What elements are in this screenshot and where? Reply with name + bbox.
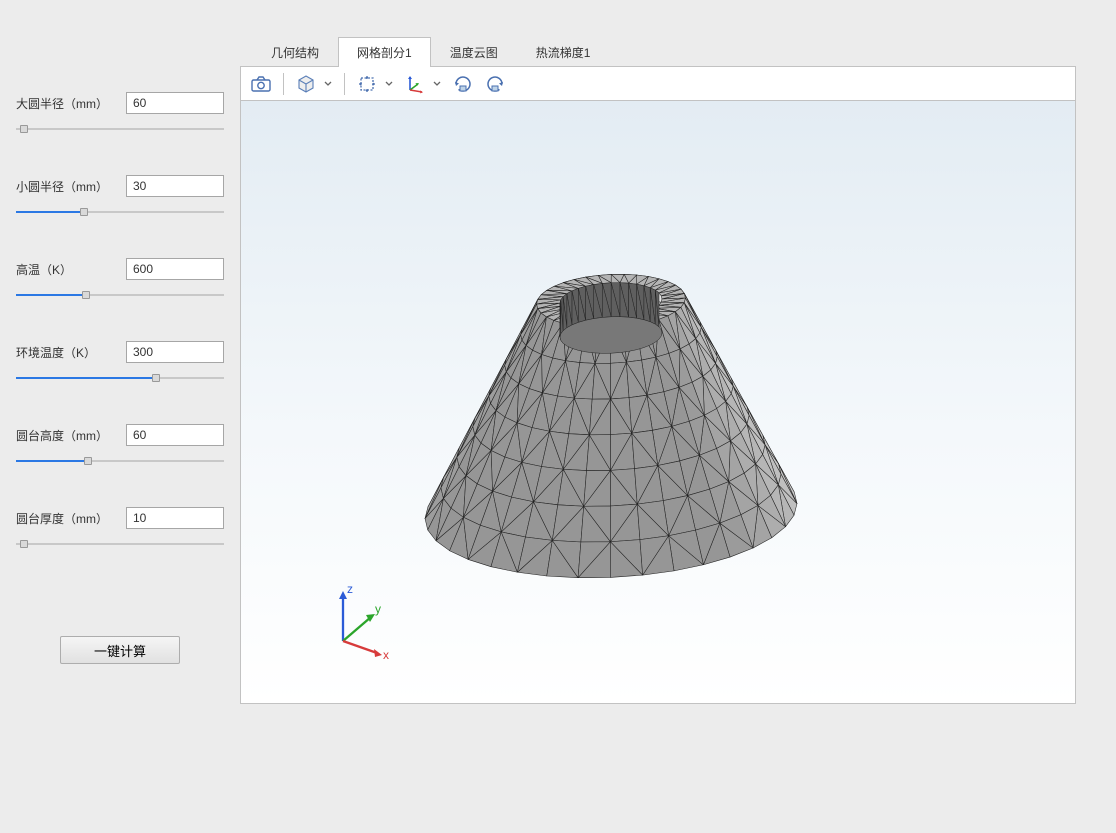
fit-view-button[interactable] (353, 71, 381, 97)
axis-z-label: z (347, 582, 353, 596)
rotate-right-button[interactable] (481, 71, 509, 97)
main-panel: 几何结构 网格剖分1 温度云图 热流梯度1 (240, 0, 1116, 833)
toolbar-separator (283, 73, 284, 95)
high-temp-slider[interactable] (16, 294, 224, 296)
axis-triad: z y x (319, 571, 409, 661)
ambient-temp-input[interactable] (126, 341, 224, 363)
param-high-temp: 高温（K） (16, 258, 224, 299)
camera-icon (251, 76, 271, 92)
3d-viewport[interactable]: z y x (241, 101, 1075, 703)
param-cone-thickness: 圆台厚度（mm） (16, 507, 224, 548)
sidebar: 大圆半径（mm） 小圆半径（mm） 高温（K） 环境温度（K） (0, 0, 240, 833)
chevron-down-icon (433, 81, 441, 87)
cube-view-button[interactable] (292, 71, 320, 97)
large-radius-input[interactable] (126, 92, 224, 114)
cone-thickness-slider[interactable] (16, 543, 224, 545)
rotate-left-icon (452, 74, 474, 94)
fit-view-icon (357, 74, 377, 94)
tab-geometry[interactable]: 几何结构 (252, 37, 338, 67)
param-label: 高温（K） (16, 261, 72, 278)
param-label: 大圆半径（mm） (16, 95, 108, 112)
axis-y-label: y (375, 602, 381, 616)
param-ambient-temp: 环境温度（K） (16, 341, 224, 382)
view-toolbar (241, 67, 1075, 101)
axis-x-label: x (383, 648, 389, 661)
param-cone-height: 圆台高度（mm） (16, 424, 224, 465)
param-label: 环境温度（K） (16, 344, 96, 361)
chevron-down-icon (324, 81, 332, 87)
high-temp-input[interactable] (126, 258, 224, 280)
cube-view-dropdown[interactable] (320, 71, 336, 97)
cone-height-slider[interactable] (16, 460, 224, 462)
large-radius-slider[interactable] (16, 128, 224, 130)
small-radius-slider[interactable] (16, 211, 224, 213)
rotate-left-button[interactable] (449, 71, 477, 97)
tab-heatflux[interactable]: 热流梯度1 (517, 37, 610, 67)
tab-mesh[interactable]: 网格剖分1 (338, 37, 431, 67)
param-label: 圆台高度（mm） (16, 427, 108, 444)
view-panel: z y x (240, 66, 1076, 704)
rotate-right-icon (484, 74, 506, 94)
param-label: 圆台厚度（mm） (16, 510, 108, 527)
chevron-down-icon (385, 81, 393, 87)
compute-button[interactable]: 一键计算 (60, 636, 180, 664)
axes-button[interactable] (401, 71, 429, 97)
ambient-temp-slider[interactable] (16, 377, 224, 379)
tab-temperature[interactable]: 温度云图 (431, 37, 517, 67)
cone-thickness-input[interactable] (126, 507, 224, 529)
axes-dropdown[interactable] (429, 71, 445, 97)
cube-view-icon (296, 74, 316, 94)
param-label: 小圆半径（mm） (16, 178, 108, 195)
fit-view-dropdown[interactable] (381, 71, 397, 97)
axes-icon (404, 74, 426, 94)
small-radius-input[interactable] (126, 175, 224, 197)
camera-button[interactable] (247, 71, 275, 97)
cone-height-input[interactable] (126, 424, 224, 446)
tabs: 几何结构 网格剖分1 温度云图 热流梯度1 (252, 36, 1088, 66)
param-small-radius: 小圆半径（mm） (16, 175, 224, 216)
toolbar-separator (344, 73, 345, 95)
param-large-radius: 大圆半径（mm） (16, 92, 224, 133)
